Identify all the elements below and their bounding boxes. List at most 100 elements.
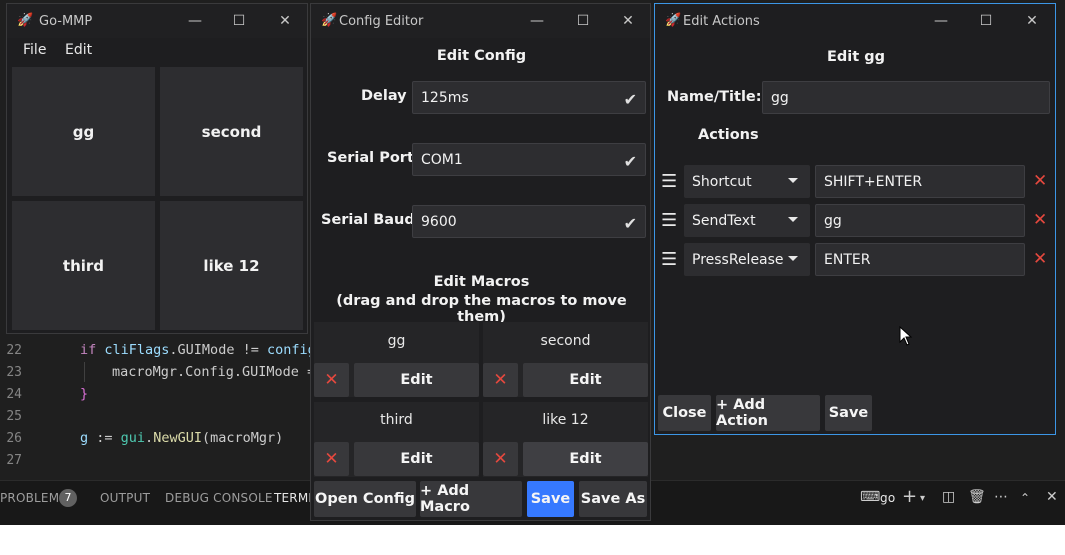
config-heading: Edit Config	[436, 48, 527, 64]
macro-name: second	[540, 333, 591, 349]
delete-macro-button[interactable]: ✕	[314, 442, 349, 476]
chevron-down-icon	[788, 178, 798, 183]
chevron-up-icon[interactable]: ⌃	[1020, 491, 1030, 505]
save-button[interactable]: Save	[527, 481, 574, 517]
action-value-input[interactable]: SHIFT+ENTER	[815, 165, 1025, 198]
problems-count-badge: 7	[59, 489, 77, 507]
serial-port-input[interactable]: COM1 ✔	[412, 143, 646, 176]
main-window: 🚀 Go-MMP — ☐ ✕ File Edit gg second third…	[6, 3, 308, 334]
window-title: Config Editor	[339, 14, 424, 29]
delete-macro-button[interactable]: ✕	[314, 363, 349, 397]
macro-tile[interactable]: gg	[12, 67, 155, 196]
check-icon[interactable]: ✔	[624, 90, 637, 109]
indent-guide	[84, 362, 85, 382]
edit-actions-heading: Edit gg	[827, 49, 885, 65]
tab-terminal[interactable]: TERMI	[274, 491, 312, 505]
macro-cell[interactable]: second ✕ Edit	[483, 322, 648, 397]
save-button[interactable]: Save	[825, 395, 872, 431]
split-terminal-icon[interactable]: ◫	[942, 489, 955, 505]
rocket-icon: 🚀	[17, 13, 34, 28]
config-editor-window: 🚀 Config Editor — ☐ ✕ Edit Config Delay …	[310, 3, 651, 521]
action-type-select[interactable]: PressRelease	[684, 243, 810, 276]
menu-edit[interactable]: Edit	[65, 42, 92, 58]
drag-handle-icon[interactable]: ☰	[661, 249, 677, 270]
actions-heading: Actions	[698, 127, 759, 143]
remove-action-icon[interactable]: ✕	[1033, 249, 1047, 269]
maximize-icon[interactable]: ☐	[976, 11, 996, 31]
macros-subheading: (drag and drop the macros to move them)	[336, 293, 627, 325]
add-macro-button[interactable]: + Add Macro	[420, 481, 522, 517]
line-number: 26	[6, 431, 22, 446]
close-button[interactable]: Close	[658, 395, 711, 431]
name-title-label: Name/Title:	[667, 89, 762, 105]
config-editor-titlebar[interactable]: 🚀 Config Editor — ☐ ✕	[311, 4, 650, 38]
save-as-button[interactable]: Save As	[579, 481, 647, 517]
serial-baud-label: Serial Baud	[321, 212, 415, 228]
check-icon[interactable]: ✔	[624, 152, 637, 171]
tab-debug-console[interactable]: DEBUG CONSOLE	[165, 491, 273, 505]
line-number: 25	[6, 409, 22, 424]
drag-handle-icon[interactable]: ☰	[661, 210, 677, 231]
line-number: 27	[6, 453, 22, 468]
action-value-input[interactable]: ENTER	[815, 243, 1025, 276]
drag-handle-icon[interactable]: ☰	[661, 171, 677, 192]
tab-problems[interactable]: PROBLEMS	[0, 491, 67, 505]
macro-cell[interactable]: gg ✕ Edit	[314, 322, 479, 397]
serial-baud-input[interactable]: 9600 ✔	[412, 205, 646, 238]
add-action-button[interactable]: + Add Action	[716, 395, 820, 431]
open-config-button[interactable]: Open Config	[314, 481, 416, 517]
remove-action-icon[interactable]: ✕	[1033, 210, 1047, 230]
macro-tile[interactable]: like 12	[160, 201, 303, 330]
maximize-icon[interactable]: ☐	[229, 11, 249, 31]
more-actions-icon[interactable]: ⋯	[994, 489, 1008, 505]
delay-input[interactable]: 125ms ✔	[412, 81, 646, 114]
window-title: Edit Actions	[683, 14, 760, 29]
trash-icon[interactable]: 🗑	[968, 489, 986, 505]
check-icon[interactable]: ✔	[624, 214, 637, 233]
rocket-icon: 🚀	[665, 13, 682, 28]
main-window-titlebar[interactable]: 🚀 Go-MMP — ☐ ✕	[7, 4, 307, 38]
window-title: Go-MMP	[39, 14, 93, 29]
minimize-icon[interactable]: —	[931, 11, 951, 31]
code-line[interactable]: }	[80, 386, 88, 402]
action-type-select[interactable]: SendText	[684, 204, 810, 237]
close-icon[interactable]: ✕	[1022, 11, 1042, 31]
code-line[interactable]: macroMgr.Config.GUIMode =	[112, 364, 315, 380]
close-icon[interactable]: ✕	[275, 11, 295, 31]
edit-macro-button[interactable]: Edit	[354, 363, 479, 397]
line-number-gutter: 22 23 24 25 26 27	[0, 330, 48, 480]
macro-name: gg	[387, 333, 406, 349]
edit-macro-button[interactable]: Edit	[354, 442, 479, 476]
macro-cell[interactable]: third ✕ Edit	[314, 402, 479, 477]
close-panel-icon[interactable]: ✕	[1046, 489, 1058, 505]
rocket-icon: 🚀	[321, 13, 338, 28]
code-line[interactable]: if cliFlags.GUIMode != config	[80, 342, 316, 358]
edit-macro-button[interactable]: Edit	[523, 442, 648, 476]
terminal-name[interactable]: go	[880, 491, 895, 505]
chevron-down-icon	[788, 217, 798, 222]
edit-macro-button[interactable]: Edit	[523, 363, 648, 397]
name-title-input[interactable]: gg	[762, 81, 1050, 114]
tab-output[interactable]: OUTPUT	[100, 491, 150, 505]
maximize-icon[interactable]: ☐	[573, 11, 593, 31]
action-value-input[interactable]: gg	[815, 204, 1025, 237]
edit-actions-titlebar[interactable]: 🚀 Edit Actions — ☐ ✕	[655, 4, 1055, 38]
delete-macro-button[interactable]: ✕	[483, 363, 518, 397]
delete-macro-button[interactable]: ✕	[483, 442, 518, 476]
mouse-cursor-icon	[899, 326, 913, 346]
chevron-down-icon[interactable]: ▾	[920, 493, 925, 504]
edit-actions-window: 🚀 Edit Actions — ☐ ✕ Edit gg Name/Title:…	[654, 3, 1056, 435]
minimize-icon[interactable]: —	[185, 11, 205, 31]
close-icon[interactable]: ✕	[618, 11, 638, 31]
macro-cell[interactable]: like 12 ✕ Edit	[483, 402, 648, 477]
minimize-icon[interactable]: —	[527, 11, 547, 31]
macro-tile[interactable]: second	[160, 67, 303, 196]
new-terminal-icon[interactable]: +	[902, 486, 917, 507]
macro-tile[interactable]: third	[12, 201, 155, 330]
terminal-icon: ⌨	[860, 489, 881, 505]
delay-label: Delay	[361, 88, 407, 104]
code-line[interactable]: g := gui.NewGUI(macroMgr)	[80, 430, 283, 446]
remove-action-icon[interactable]: ✕	[1033, 171, 1047, 191]
menu-file[interactable]: File	[23, 42, 46, 58]
action-type-select[interactable]: Shortcut	[684, 165, 810, 198]
